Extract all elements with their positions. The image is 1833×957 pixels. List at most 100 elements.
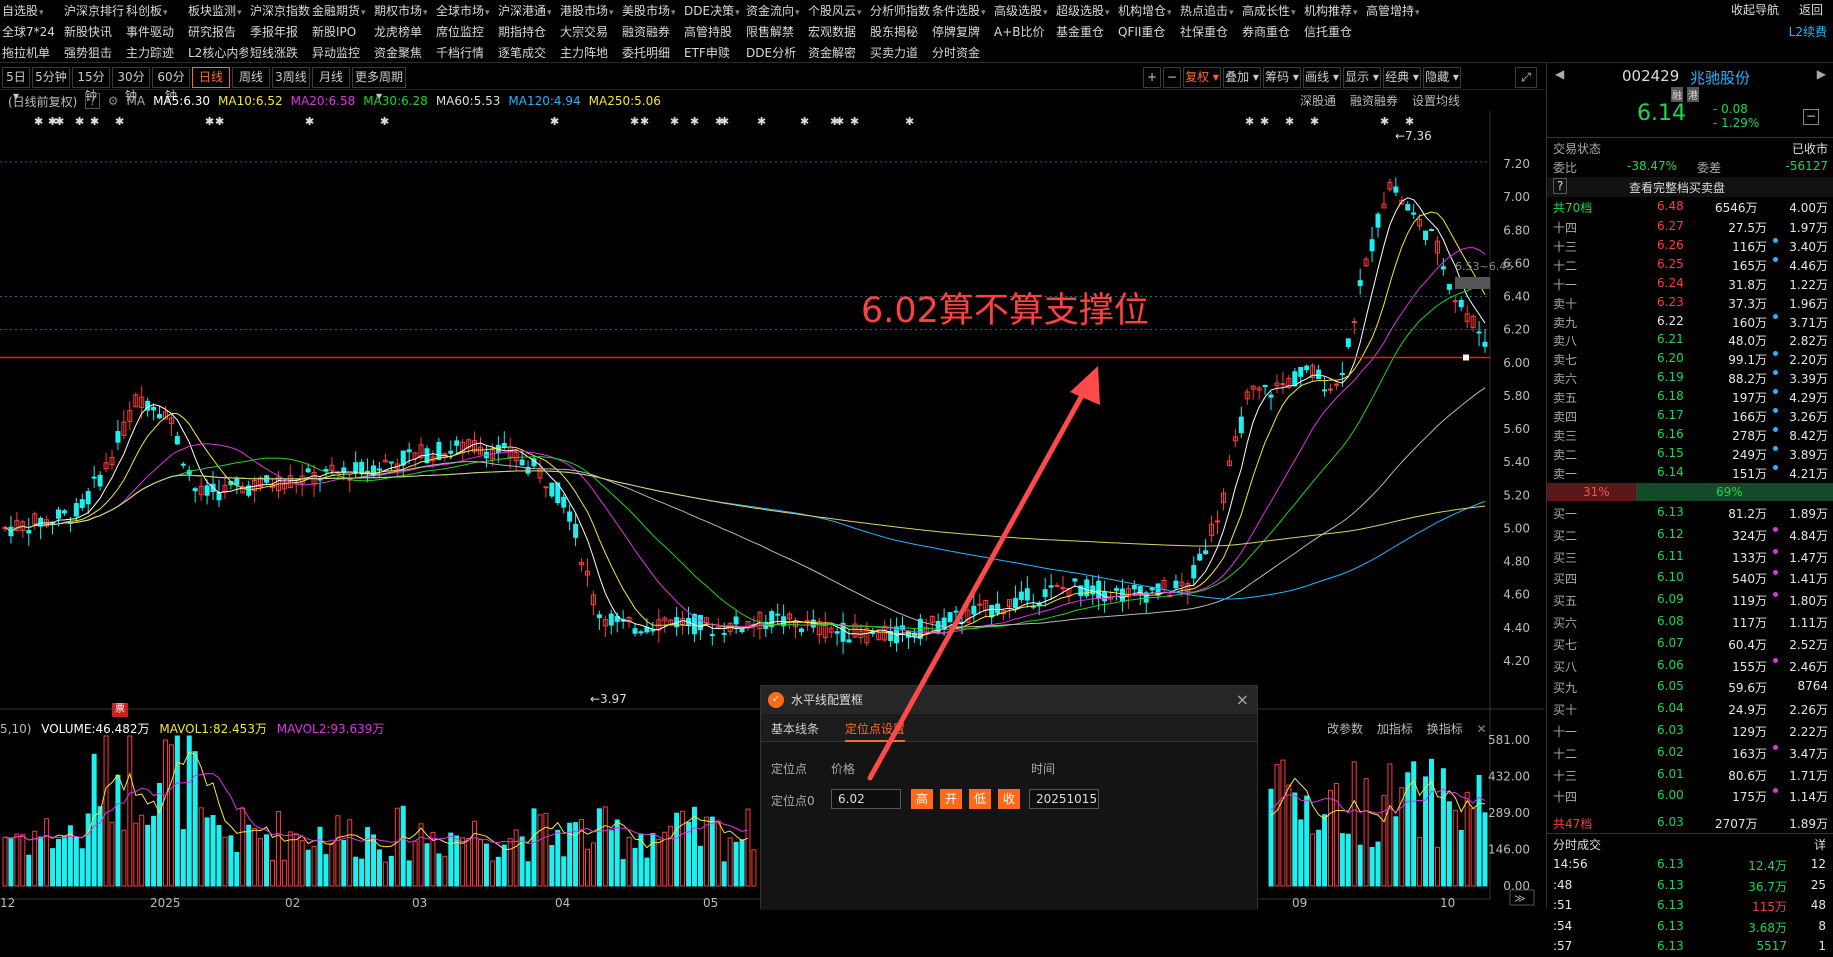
book-row[interactable]: 买三 6.11 133万 1.47万 xyxy=(1547,547,1833,567)
ticks-detail-button[interactable]: 详 xyxy=(1814,836,1826,853)
menu-item[interactable]: 新股快讯 xyxy=(62,23,124,40)
menu-item[interactable]: 超级选股 xyxy=(1054,2,1116,19)
book-row[interactable]: 卖三 6.16 278万 8.42万 xyxy=(1547,425,1833,445)
book-row[interactable]: 十二 6.02 163万 3.47万 xyxy=(1547,743,1833,763)
menu-item[interactable]: 龙虎榜单 xyxy=(372,23,434,40)
menu-item[interactable]: 机构推荐 xyxy=(1302,2,1364,19)
book-row[interactable]: 卖九 6.22 160万 3.71万 xyxy=(1547,312,1833,332)
l2-renew-link[interactable]: L2续费 xyxy=(1789,22,1827,42)
book-row[interactable]: 卖八 6.21 48.0万 2.82万 xyxy=(1547,330,1833,350)
expand-icon[interactable]: ⤢ xyxy=(1515,67,1537,88)
close-icon[interactable]: ✕ xyxy=(1477,722,1487,736)
back-button[interactable]: 返回 xyxy=(1789,0,1833,21)
menu-item[interactable]: 科创板 xyxy=(124,2,186,19)
menu-item[interactable]: 基金重仓 xyxy=(1054,23,1116,40)
menu-item[interactable]: 个股风云 xyxy=(806,2,868,19)
chart-tool-button[interactable]: 显示 ▾ xyxy=(1343,67,1381,88)
menu-item[interactable]: 宏观数据 xyxy=(806,23,868,40)
menu-item[interactable]: DDE分析 xyxy=(744,44,806,61)
book-row[interactable]: 买十 6.04 24.9万 2.26万 xyxy=(1547,699,1833,719)
close-icon[interactable]: × xyxy=(1236,686,1249,714)
book-row[interactable]: 十三 6.01 80.6万 1.71万 xyxy=(1547,765,1833,785)
menu-item[interactable]: 主力踪迹 xyxy=(124,44,186,61)
book-row[interactable]: 十四 6.27 27.5万 1.97万 xyxy=(1547,217,1833,237)
menu-item[interactable]: ETF申赎 xyxy=(682,44,744,61)
menu-item[interactable]: 异动监控 xyxy=(310,44,372,61)
menu-item[interactable]: 美股市场 xyxy=(620,2,682,19)
add-indicator-link[interactable]: 加指标 xyxy=(1377,722,1413,736)
book-row[interactable]: 买四 6.10 540万 1.41万 xyxy=(1547,568,1833,588)
menu-item[interactable]: 大宗交易 xyxy=(558,23,620,40)
book-row[interactable]: 买九 6.05 59.6万 8764 xyxy=(1547,677,1833,697)
period-tab[interactable]: 5日 ▾ xyxy=(2,67,30,103)
dialog-titlebar[interactable]: ✓ 水平线配置框 × xyxy=(761,686,1257,714)
menu-item[interactable]: 资金聚焦 xyxy=(372,44,434,61)
next-stock-icon[interactable]: ▶ xyxy=(1817,67,1826,81)
period-tab[interactable]: 3周线 xyxy=(272,67,310,88)
chart-tool-button[interactable]: 隐藏 ▾ xyxy=(1423,67,1461,88)
prev-stock-icon[interactable]: ◀ xyxy=(1555,67,1564,81)
book-row[interactable]: 卖十 6.23 37.3万 1.96万 xyxy=(1547,293,1833,313)
menu-item[interactable]: 期指持仓 xyxy=(496,23,558,40)
minus-icon[interactable]: − xyxy=(1803,109,1819,125)
menu-item[interactable]: 分析师指数 xyxy=(868,2,930,19)
menu-item[interactable]: 沪深港通 xyxy=(496,2,558,19)
chart-tool-button[interactable]: 叠加 ▾ xyxy=(1223,67,1261,88)
book-row[interactable]: 买二 6.12 324万 4.84万 xyxy=(1547,525,1833,545)
period-tab[interactable]: 月线 xyxy=(312,67,350,88)
book-row[interactable]: 卖五 6.18 197万 4.29万 xyxy=(1547,387,1833,407)
period-tab[interactable]: 更多周期 ▾ xyxy=(352,67,406,103)
menu-item[interactable]: 千档行情 xyxy=(434,44,496,61)
open-button[interactable]: 开 xyxy=(940,789,962,809)
menu-item[interactable]: 高管增持 xyxy=(1364,2,1426,19)
menu-item[interactable]: 券商重仓 xyxy=(1240,23,1302,40)
chart-tool-button[interactable]: 经典 ▾ xyxy=(1383,67,1421,88)
book-row[interactable]: 十一 6.03 129万 2.22万 xyxy=(1547,721,1833,741)
menu-item[interactable]: 季报年报 xyxy=(248,23,310,40)
menu-item[interactable]: 股东揭秘 xyxy=(868,23,930,40)
menu-item[interactable]: L2核心内参 xyxy=(186,44,248,61)
help-icon[interactable]: ? xyxy=(1553,178,1568,194)
menu-item[interactable]: 沪深京指数 xyxy=(248,2,310,19)
book-row[interactable]: 买五 6.09 119万 1.80万 xyxy=(1547,590,1833,610)
badge-icon[interactable]: 票 xyxy=(112,703,128,717)
menu-item[interactable]: 分时资金 xyxy=(930,44,992,61)
menu-item[interactable]: 高级选股 xyxy=(992,2,1054,19)
menu-item[interactable]: 热点追击 xyxy=(1178,2,1240,19)
menu-item[interactable]: 强势狙击 xyxy=(62,44,124,61)
chart-tool-button[interactable]: − xyxy=(1163,67,1181,88)
high-button[interactable]: 高 xyxy=(911,789,933,809)
book-row[interactable]: 卖六 6.19 88.2万 3.39万 xyxy=(1547,368,1833,388)
menu-item[interactable]: A+B比价 xyxy=(992,23,1054,40)
book-row[interactable]: 买六 6.08 117万 1.11万 xyxy=(1547,612,1833,632)
menu-item[interactable]: 高成长性 xyxy=(1240,2,1302,19)
period-tab[interactable]: 周线 xyxy=(232,67,270,88)
book-row[interactable]: 卖七 6.20 99.1万 2.20万 xyxy=(1547,349,1833,369)
period-tab[interactable]: 60分钟 xyxy=(152,67,190,103)
book-row[interactable]: 买七 6.07 60.4万 2.52万 xyxy=(1547,634,1833,654)
stock-name[interactable]: 兆驰股份 xyxy=(1690,67,1750,88)
menu-item[interactable]: 逐笔成交 xyxy=(496,44,558,61)
book-row[interactable]: 买一 6.13 81.2万 1.89万 xyxy=(1547,503,1833,523)
chart-tool-button[interactable]: 画线 ▾ xyxy=(1303,67,1341,88)
menu-item[interactable]: QFII重仓 xyxy=(1116,23,1178,40)
low-button[interactable]: 低 xyxy=(969,789,991,809)
menu-item[interactable]: 新股IPO xyxy=(310,23,372,40)
full-book-link[interactable]: 查看完整档买卖盘 xyxy=(1629,179,1725,196)
book-row[interactable]: 十二 6.25 165万 4.46万 xyxy=(1547,255,1833,275)
book-row[interactable]: 买八 6.06 155万 2.46万 xyxy=(1547,656,1833,676)
menu-item[interactable]: 委托明细 xyxy=(620,44,682,61)
book-row[interactable]: 卖二 6.15 249万 3.89万 xyxy=(1547,444,1833,464)
menu-item[interactable]: 主力阵地 xyxy=(558,44,620,61)
menu-item[interactable]: 买卖力道 xyxy=(868,44,930,61)
menu-item[interactable]: 金融期货 xyxy=(310,2,372,19)
menu-item[interactable]: 港股市场 xyxy=(558,2,620,19)
menu-item[interactable]: 全球市场 xyxy=(434,2,496,19)
menu-item[interactable]: 限售解禁 xyxy=(744,23,806,40)
menu-item[interactable]: 拖拉机单 xyxy=(0,44,62,61)
book-row[interactable]: 卖四 6.17 166万 3.26万 xyxy=(1547,406,1833,426)
period-tab[interactable]: 15分钟 xyxy=(72,67,110,103)
menu-item[interactable]: 融资融券 xyxy=(620,23,682,40)
menu-item[interactable]: 资金解密 xyxy=(806,44,868,61)
menu-item[interactable]: 研究报告 xyxy=(186,23,248,40)
